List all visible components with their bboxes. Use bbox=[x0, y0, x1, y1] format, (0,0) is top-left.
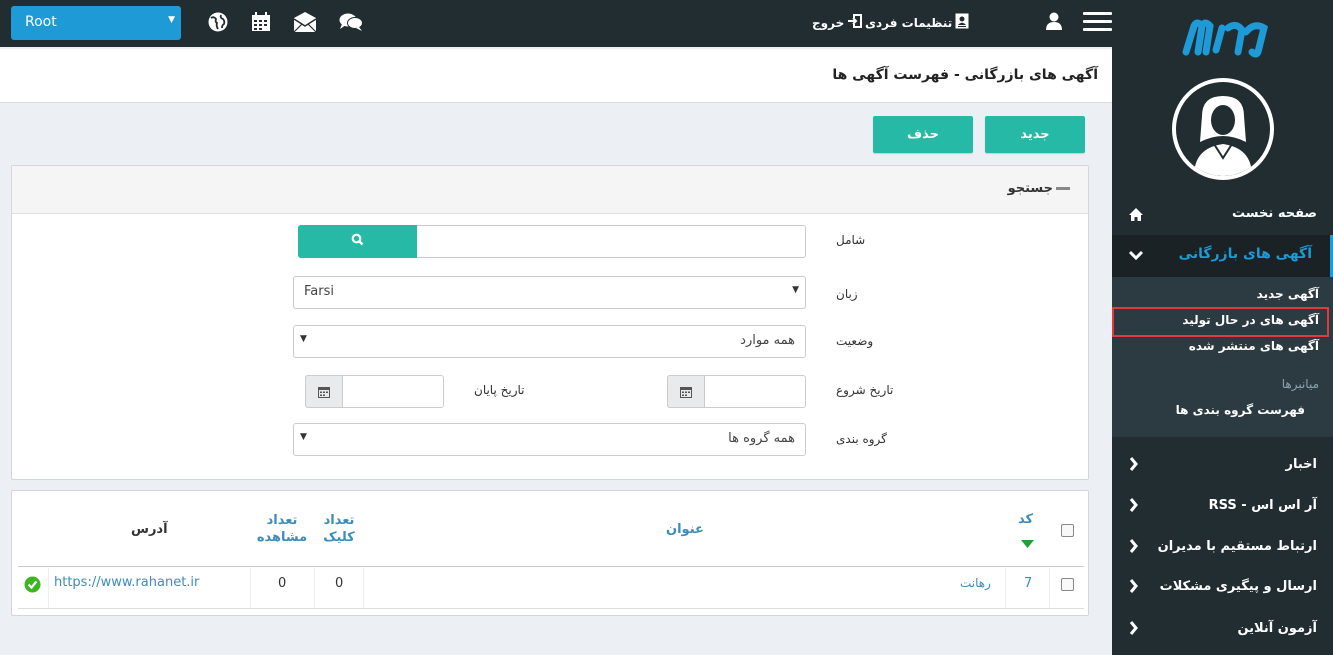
page-title: آگهی های بازرگانی - فهرست آگهی ها bbox=[832, 67, 1098, 83]
group-select-value: همه گروه ها bbox=[728, 431, 795, 446]
menu-icon[interactable] bbox=[1083, 12, 1112, 34]
sidebar-item-issues[interactable]: ارسال و پیگیری مشکلات bbox=[1112, 567, 1333, 607]
page-header: آگهی های بازرگانی - فهرست آگهی ها bbox=[0, 49, 1112, 103]
select-all-checkbox[interactable] bbox=[1061, 524, 1074, 537]
sidebar-submenu: آگهی جدید آگهی های در حال تولید آگهی های… bbox=[1112, 277, 1333, 437]
column-header-views-line2: مشاهده bbox=[256, 530, 308, 545]
root-select-value: Root bbox=[25, 14, 57, 30]
search-panel-header[interactable]: جستجو bbox=[12, 166, 1088, 214]
sidebar-item-label: آزمون آنلاین bbox=[1237, 621, 1317, 636]
chevron-left-icon bbox=[1128, 456, 1138, 476]
column-header-views-line1: تعداد bbox=[266, 513, 298, 528]
column-header-code[interactable]: کد bbox=[1018, 512, 1033, 527]
chevron-down-icon: ▼ bbox=[300, 432, 307, 442]
user-icon[interactable] bbox=[1042, 9, 1066, 33]
language-select[interactable]: Farsi ▼ bbox=[293, 276, 806, 309]
sidebar-item-home[interactable]: صفحه نخست bbox=[1112, 194, 1333, 234]
mail-icon[interactable] bbox=[293, 10, 317, 34]
check-circle-icon bbox=[24, 576, 41, 597]
group-select[interactable]: همه گروه ها ▼ bbox=[293, 423, 806, 456]
collapse-icon[interactable] bbox=[1056, 187, 1070, 190]
logout-icon bbox=[847, 13, 863, 32]
sidebar-item-online-exam[interactable]: آزمون آنلاین bbox=[1112, 609, 1333, 649]
sidebar-item-label: آگهی های بازرگانی bbox=[1178, 246, 1312, 262]
chevron-down-icon: ▼ bbox=[168, 15, 175, 25]
sidebar-subitem-new-ad[interactable]: آگهی جدید bbox=[1257, 287, 1319, 301]
column-header-clicks[interactable]: تعداد کلیک bbox=[316, 512, 362, 546]
chevron-left-icon bbox=[1128, 578, 1138, 598]
column-header-title[interactable]: عنوان bbox=[666, 522, 704, 537]
end-date-label: تاریخ پایان bbox=[474, 383, 525, 397]
start-date-label: تاریخ شروع bbox=[836, 383, 894, 397]
personal-settings-link[interactable]: تنظیمات فردی bbox=[865, 13, 969, 32]
column-header-views[interactable]: تعداد مشاهده bbox=[254, 512, 310, 546]
sidebar-item-label: اخبار bbox=[1285, 457, 1318, 472]
column-divider bbox=[48, 568, 49, 608]
column-divider bbox=[1005, 568, 1006, 608]
sidebar-item-label: صفحه نخست bbox=[1232, 206, 1317, 221]
chevron-down-icon bbox=[1128, 249, 1144, 265]
sidebar-subitem-group-list[interactable]: فهرست گروه بندی ها bbox=[1176, 403, 1305, 417]
personal-settings-label: تنظیمات فردی bbox=[865, 15, 953, 30]
column-divider bbox=[1049, 568, 1050, 608]
sidebar-item-label: ارتباط مستقیم با مدیران bbox=[1157, 539, 1317, 554]
sidebar-group-shortcuts: میانبرها bbox=[1281, 377, 1319, 391]
chevron-down-icon: ▼ bbox=[300, 334, 307, 344]
ads-table bbox=[11, 490, 1089, 616]
search-panel-title: جستجو bbox=[1008, 181, 1070, 196]
calendar-icon[interactable] bbox=[667, 375, 705, 408]
search-button[interactable] bbox=[298, 225, 417, 258]
sidebar-item-news[interactable]: اخبار bbox=[1112, 445, 1333, 485]
row-address[interactable]: https://www.rahanet.ir bbox=[54, 575, 199, 590]
delete-button[interactable]: حذف bbox=[873, 116, 973, 153]
row-clicks: 0 bbox=[335, 576, 344, 591]
root-select[interactable]: Root ▼ bbox=[11, 6, 181, 40]
logout-label: خروج bbox=[812, 15, 845, 30]
sidebar-item-label: آر اس اس - RSS bbox=[1208, 498, 1317, 513]
avatar bbox=[1172, 78, 1274, 180]
table-row-divider bbox=[18, 608, 1084, 609]
highlight-box bbox=[1112, 307, 1329, 337]
sidebar-subitem-published[interactable]: آگهی های منتشر شده bbox=[1189, 339, 1319, 353]
language-select-value: Farsi bbox=[304, 284, 334, 299]
sidebar-item-ads[interactable]: آگهی های بازرگانی bbox=[1112, 235, 1333, 277]
top-navbar: Root ▼ خروج تنظیمات فردی bbox=[0, 0, 1112, 47]
column-header-clicks-line2: کلیک bbox=[323, 530, 355, 545]
sort-desc-icon bbox=[1021, 537, 1034, 552]
contains-label: شامل bbox=[836, 233, 866, 247]
row-title[interactable]: رهانت bbox=[960, 576, 991, 590]
row-checkbox[interactable] bbox=[1061, 578, 1074, 591]
column-divider bbox=[250, 568, 251, 608]
column-divider bbox=[314, 568, 315, 608]
search-icon bbox=[351, 233, 364, 250]
sidebar-item-label: ارسال و پیگیری مشکلات bbox=[1159, 579, 1317, 594]
globe-icon[interactable] bbox=[206, 10, 230, 34]
search-panel-title-text: جستجو bbox=[1007, 181, 1053, 196]
logout-link[interactable]: خروج bbox=[812, 13, 863, 32]
status-label: وضعیت bbox=[836, 334, 874, 348]
language-label: زبان bbox=[836, 287, 858, 301]
status-select[interactable]: همه موارد ▼ bbox=[293, 325, 806, 358]
chat-icon[interactable] bbox=[339, 10, 363, 34]
home-icon bbox=[1128, 207, 1144, 226]
calendar-icon[interactable] bbox=[249, 10, 273, 34]
logo bbox=[1180, 12, 1269, 62]
chevron-left-icon bbox=[1128, 620, 1138, 640]
row-views: 0 bbox=[278, 576, 287, 591]
column-divider bbox=[363, 568, 364, 608]
column-header-address: آدرس bbox=[131, 522, 168, 537]
chevron-down-icon: ▼ bbox=[792, 285, 799, 295]
row-code[interactable]: 7 bbox=[1024, 576, 1032, 591]
calendar-icon[interactable] bbox=[305, 375, 343, 408]
status-select-value: همه موارد bbox=[740, 333, 795, 348]
chevron-left-icon bbox=[1128, 538, 1138, 558]
new-button[interactable]: جدید bbox=[985, 116, 1085, 153]
group-label: گروه بندی bbox=[836, 432, 887, 446]
column-header-clicks-line1: تعداد bbox=[323, 513, 355, 528]
table-header-divider bbox=[18, 566, 1084, 567]
contact-card-icon bbox=[955, 13, 969, 32]
chevron-left-icon bbox=[1128, 497, 1138, 517]
sidebar-item-contact-managers[interactable]: ارتباط مستقیم با مدیران bbox=[1112, 527, 1333, 567]
sidebar-item-rss[interactable]: آر اس اس - RSS bbox=[1112, 486, 1333, 526]
